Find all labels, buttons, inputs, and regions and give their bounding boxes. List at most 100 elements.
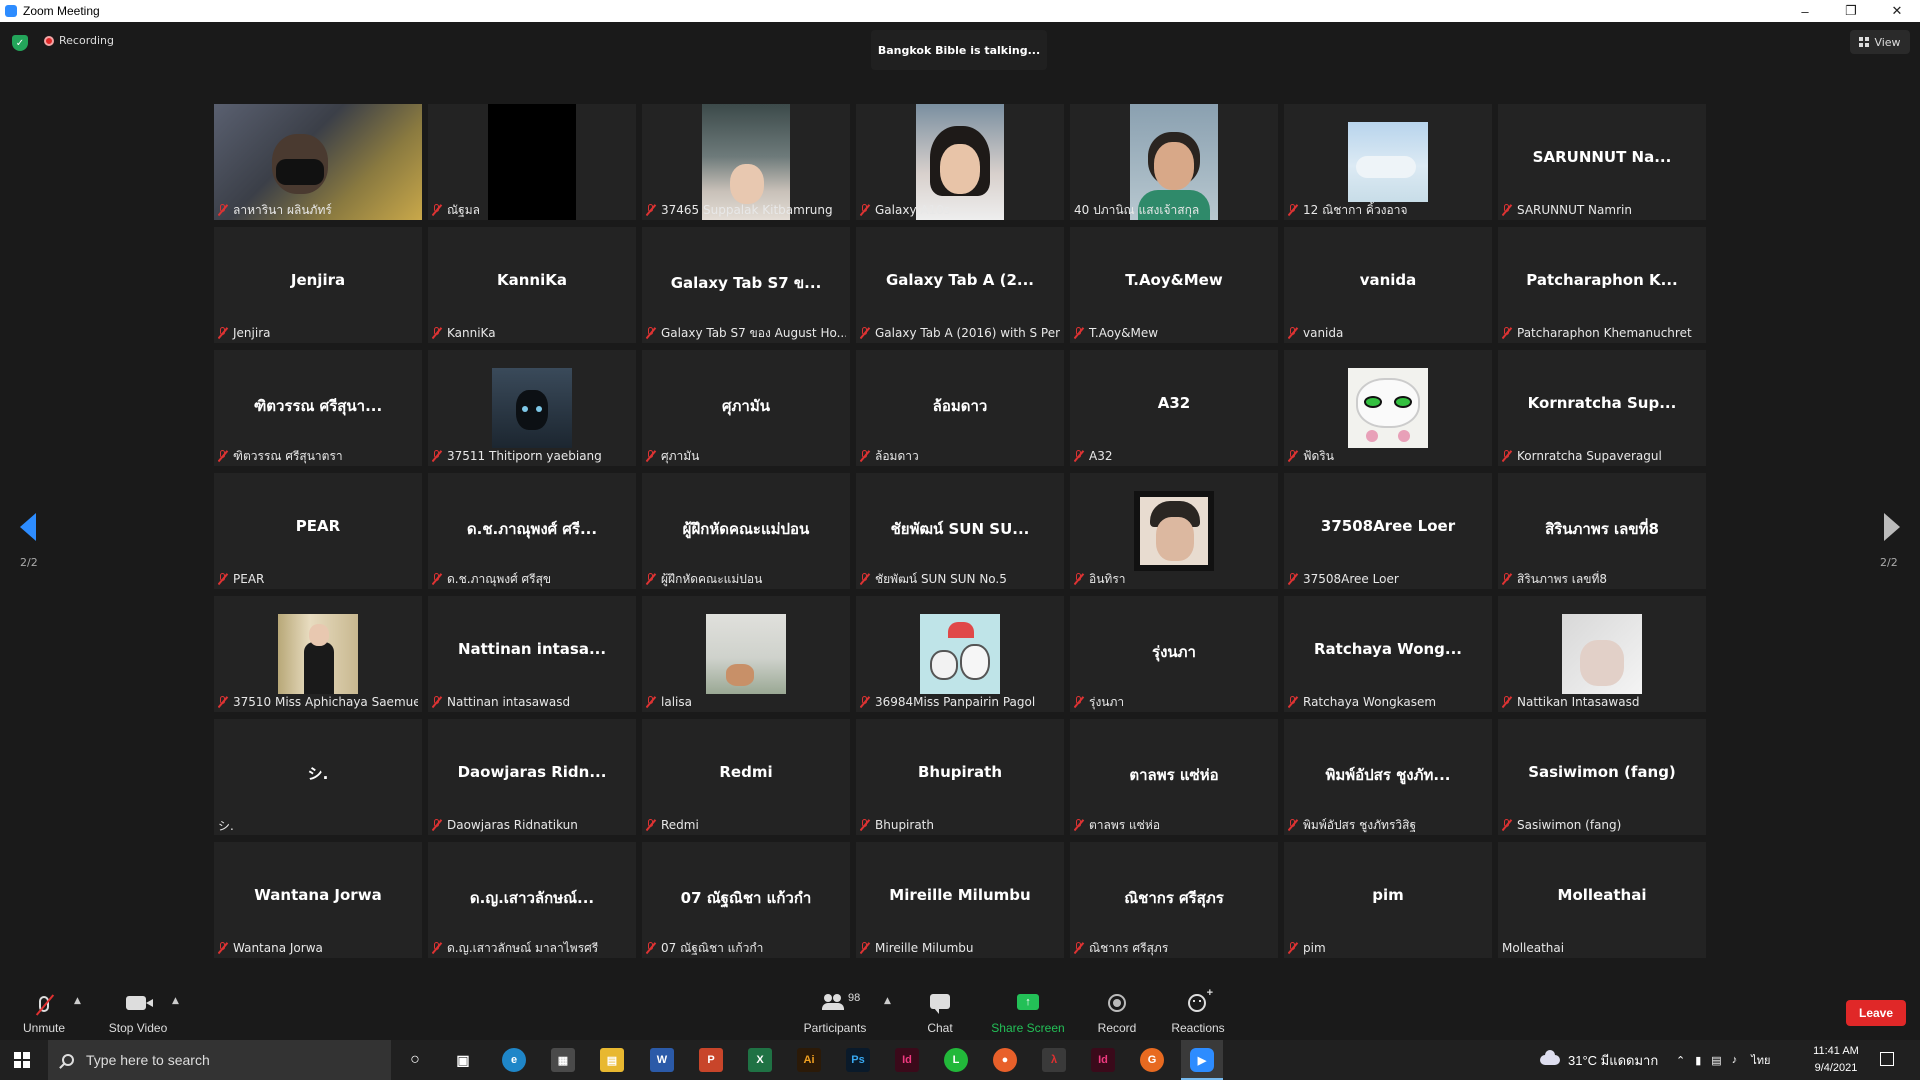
- participant-tile[interactable]: T.Aoy&Mew T.Aoy&Mew: [1070, 227, 1278, 343]
- video-options-caret-icon[interactable]: ▲: [172, 996, 179, 1006]
- indesign-2-icon[interactable]: Id: [1091, 1048, 1115, 1072]
- windows-start-icon[interactable]: [14, 1052, 30, 1068]
- participant-tile[interactable]: สิรินภาพร เลขที่8 สิรินภาพร เลขที่8: [1498, 473, 1706, 589]
- illustrator-icon[interactable]: Ai: [797, 1048, 821, 1072]
- participant-tile[interactable]: 07 ณัฐณิชา แก้วกำ 07 ณัฐณิชา แก้วกำ: [642, 842, 850, 958]
- participant-tile[interactable]: ศุภามัน ศุภามัน: [642, 350, 850, 466]
- participant-tile[interactable]: lalisa: [642, 596, 850, 712]
- leave-button[interactable]: Leave: [1846, 1000, 1906, 1026]
- window-titlebar: Zoom Meeting – ❐ ✕: [0, 0, 1920, 22]
- participant-tile[interactable]: Nattikan Intasawasd: [1498, 596, 1706, 712]
- participant-tile[interactable]: Ratchaya Wong... Ratchaya Wongkasem: [1284, 596, 1492, 712]
- notifications-icon[interactable]: [1880, 1052, 1894, 1066]
- participant-tile[interactable]: ฑิตวรรณ ศรีสุนา... ฑิตวรรณ ศรีสุนาตรา: [214, 350, 422, 466]
- participant-tile[interactable]: ด.ญ.เสาวลักษณ์... ด.ญ.เสาวลักษณ์ มาลาไพรศ…: [428, 842, 636, 958]
- participant-tile[interactable]: KanniKa KanniKa: [428, 227, 636, 343]
- participant-tile[interactable]: 37511 Thitiporn yaebiang: [428, 350, 636, 466]
- participant-tile[interactable]: Redmi Redmi: [642, 719, 850, 835]
- participant-tile[interactable]: Jenjira Jenjira: [214, 227, 422, 343]
- participant-tile[interactable]: Galaxy Tab A (2... Galaxy Tab A (2016) wi…: [856, 227, 1064, 343]
- participants-button[interactable]: 98 Participants: [798, 990, 872, 1040]
- audio-options-caret-icon[interactable]: ▲: [74, 996, 81, 1006]
- zoom-taskbar-item[interactable]: ▶: [1181, 1040, 1223, 1080]
- share-screen-button[interactable]: ↑ Share Screen: [988, 990, 1068, 1040]
- taskbar-clock[interactable]: 11:41 AM 9/4/2021: [1800, 1043, 1872, 1077]
- security-shield-icon[interactable]: ✓: [12, 35, 28, 51]
- participant-tile[interactable]: Galaxy A10s: [856, 104, 1064, 220]
- input-language[interactable]: ไทย: [1751, 1051, 1770, 1069]
- unmute-button[interactable]: Unmute: [16, 990, 72, 1040]
- participant-tile[interactable]: ณิชากร ศรีสุภร ณิชากร ศรีสุภร: [1070, 842, 1278, 958]
- volume-icon[interactable]: ♪: [1732, 1054, 1738, 1066]
- word-icon[interactable]: W: [650, 1048, 674, 1072]
- cortana-icon[interactable]: ○: [403, 1048, 427, 1072]
- participant-name-label: 37508Aree Loer: [1288, 571, 1488, 587]
- view-button[interactable]: View: [1850, 30, 1910, 54]
- participant-tile[interactable]: pim pim: [1284, 842, 1492, 958]
- clock-date: 9/4/2021: [1814, 1062, 1858, 1074]
- edge-icon[interactable]: e: [502, 1048, 526, 1072]
- network-icon[interactable]: ▤: [1711, 1054, 1721, 1067]
- participant-tile[interactable]: ด.ช.ภาณุพงศ์ ศรี... ด.ช.ภาณุพงศ์ ศรีสุข: [428, 473, 636, 589]
- next-page-arrow-icon[interactable]: [1884, 513, 1900, 541]
- powerpoint-icon[interactable]: P: [699, 1048, 723, 1072]
- participant-tile[interactable]: Bhupirath Bhupirath: [856, 719, 1064, 835]
- participant-tile[interactable]: Kornratcha Sup... Kornratcha Supaveragul: [1498, 350, 1706, 466]
- acrobat-icon[interactable]: λ: [1042, 1048, 1066, 1072]
- taskbar-search-box[interactable]: Type here to search: [48, 1040, 391, 1080]
- participant-tile[interactable]: ล้อมดาว ล้อมดาว: [856, 350, 1064, 466]
- restore-button[interactable]: ❐: [1828, 0, 1874, 22]
- microphone-tray-icon[interactable]: ▮: [1695, 1054, 1701, 1067]
- recording-indicator[interactable]: Recording: [44, 34, 114, 47]
- participant-name-label: 36984Miss Panpairin Pagol: [860, 694, 1060, 710]
- file-explorer-icon[interactable]: ▤: [600, 1048, 624, 1072]
- previous-page-arrow-icon[interactable]: [20, 513, 36, 541]
- participant-tile[interactable]: ชัยพัฒน์ SUN SU... ชัยพัฒน์ SUN SUN No.5: [856, 473, 1064, 589]
- grammarly-icon[interactable]: G: [1140, 1048, 1164, 1072]
- chat-button[interactable]: Chat: [920, 990, 960, 1040]
- reactions-button[interactable]: Reactions: [1168, 987, 1228, 1040]
- line-app-icon[interactable]: L: [944, 1048, 968, 1072]
- participant-tile[interactable]: Sasiwimon (fang) Sasiwimon (fang): [1498, 719, 1706, 835]
- participant-tile[interactable]: อินทิรา: [1070, 473, 1278, 589]
- participant-tile[interactable]: Patcharaphon K... Patcharaphon Khemanuchr…: [1498, 227, 1706, 343]
- participant-tile[interactable]: 37510 Miss Aphichaya Saemue: [214, 596, 422, 712]
- participant-tile[interactable]: พิมพ์อัปสร ชูงภัท... พิมพ์อัปสร ชูงภัทรวิ…: [1284, 719, 1492, 835]
- participant-tile[interactable]: ลาหารินา ผลินภัทร์: [214, 104, 422, 220]
- excel-icon[interactable]: X: [748, 1048, 772, 1072]
- calculator-icon[interactable]: ▦: [551, 1048, 575, 1072]
- participant-tile[interactable]: รุ่งนภา รุ่งนภา: [1070, 596, 1278, 712]
- photoshop-icon[interactable]: Ps: [846, 1048, 870, 1072]
- tray-expand-caret-icon[interactable]: ⌃: [1676, 1054, 1685, 1067]
- task-view-icon[interactable]: ▣: [451, 1048, 475, 1072]
- stop-video-button[interactable]: Stop Video: [104, 990, 172, 1040]
- participant-tile[interactable]: vanida vanida: [1284, 227, 1492, 343]
- participant-tile[interactable]: SARUNNUT Na... SARUNNUT Namrin: [1498, 104, 1706, 220]
- participant-tile[interactable]: シ. シ.: [214, 719, 422, 835]
- close-button[interactable]: ✕: [1874, 0, 1920, 22]
- participant-tile[interactable]: Wantana Jorwa Wantana Jorwa: [214, 842, 422, 958]
- participant-tile[interactable]: Daowjaras Ridn... Daowjaras Ridnatikun: [428, 719, 636, 835]
- participant-tile[interactable]: 37508Aree Loer 37508Aree Loer: [1284, 473, 1492, 589]
- record-button[interactable]: Record: [1094, 990, 1140, 1040]
- indesign-icon[interactable]: Id: [895, 1048, 919, 1072]
- minimize-button[interactable]: –: [1782, 0, 1828, 22]
- participant-tile[interactable]: ฟ้ดริน: [1284, 350, 1492, 466]
- participant-tile[interactable]: 37465 Suppalak Kitbamrung: [642, 104, 850, 220]
- participant-tile[interactable]: ผู้ฝึกหัดคณะแม่ปอน ผู้ฝึกหัดคณะแม่ปอน: [642, 473, 850, 589]
- participants-caret-icon[interactable]: ▲: [884, 996, 891, 1006]
- participant-tile[interactable]: ณัฐมล: [428, 104, 636, 220]
- participant-tile[interactable]: PEAR PEAR: [214, 473, 422, 589]
- participant-tile[interactable]: Molleathai Molleathai: [1498, 842, 1706, 958]
- participant-tile[interactable]: 36984Miss Panpairin Pagol: [856, 596, 1064, 712]
- participant-tile[interactable]: Nattinan intasa... Nattinan intasawasd: [428, 596, 636, 712]
- participant-tile[interactable]: 12 ณิชากา คิ้วงอาจ: [1284, 104, 1492, 220]
- participant-tile[interactable]: 40 ปภานิณ แสงเจ้าสกุล: [1070, 104, 1278, 220]
- firefox-icon[interactable]: ●: [993, 1048, 1017, 1072]
- clock-time: 11:41 AM: [1813, 1045, 1859, 1057]
- participant-tile[interactable]: ตาลพร แซ่ห่อ ตาลพร แซ่ห่อ: [1070, 719, 1278, 835]
- participant-tile[interactable]: Galaxy Tab S7 ข... Galaxy Tab S7 ของ Augu…: [642, 227, 850, 343]
- participant-tile[interactable]: A32 A32: [1070, 350, 1278, 466]
- weather-widget[interactable]: 31°C มีแดดมาก: [1540, 1040, 1658, 1080]
- participant-tile[interactable]: Mireille Milumbu Mireille Milumbu: [856, 842, 1064, 958]
